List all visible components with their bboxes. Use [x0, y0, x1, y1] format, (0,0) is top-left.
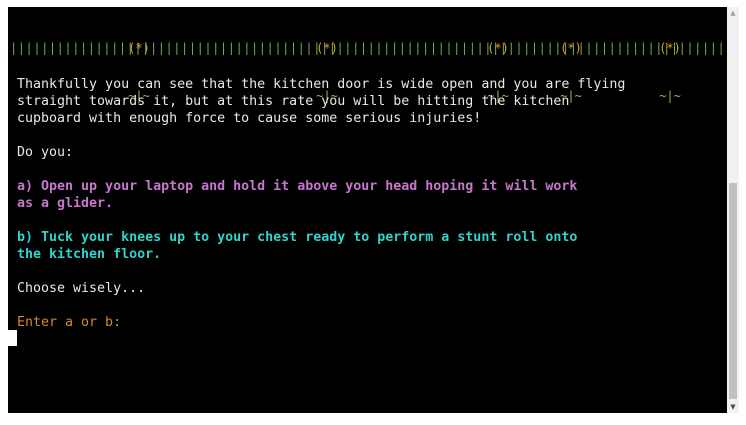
- flower-stem: ~|~: [659, 89, 681, 103]
- triangle-up-icon[interactable]: ▲: [727, 7, 739, 19]
- story-line: straight towards it, but at this rate yo…: [17, 94, 570, 109]
- grass-border: ||||||||||||||||||||||||||||||||||||||||…: [10, 41, 727, 55]
- option-a-text: as a glider.: [17, 196, 114, 211]
- do-you-label: Do you:: [17, 145, 74, 160]
- terminal-output[interactable]: (*) ~|~ (*) ~|~ (*) ~|~ (*) ~|~ (*) ~|~ …: [8, 7, 727, 413]
- flower-decoration: (*) ~|~: [655, 8, 685, 136]
- input-prompt-label: Enter a or b:: [17, 315, 122, 330]
- option-a-text: a) Open up your laptop and hold it above…: [17, 179, 578, 194]
- flower-decoration: (*) ~|~: [483, 8, 513, 136]
- story-line: Thankfully you can see that the kitchen …: [17, 77, 626, 92]
- option-b-text: b) Tuck your knees up to your chest read…: [17, 230, 578, 245]
- option-b-text: the kitchen floor.: [17, 247, 162, 262]
- flower-decoration: (*) ~|~: [556, 8, 586, 136]
- vertical-scrollbar[interactable]: ▲ ▼: [727, 7, 739, 413]
- scrollbar-thumb[interactable]: [729, 183, 737, 399]
- story-line: cupboard with enough force to cause some…: [17, 111, 482, 126]
- triangle-down-icon[interactable]: ▼: [727, 401, 739, 413]
- text-input-cursor[interactable]: [8, 330, 17, 346]
- choose-wisely-text: Choose wisely...: [17, 281, 146, 296]
- app-window: (*) ~|~ (*) ~|~ (*) ~|~ (*) ~|~ (*) ~|~ …: [0, 0, 746, 425]
